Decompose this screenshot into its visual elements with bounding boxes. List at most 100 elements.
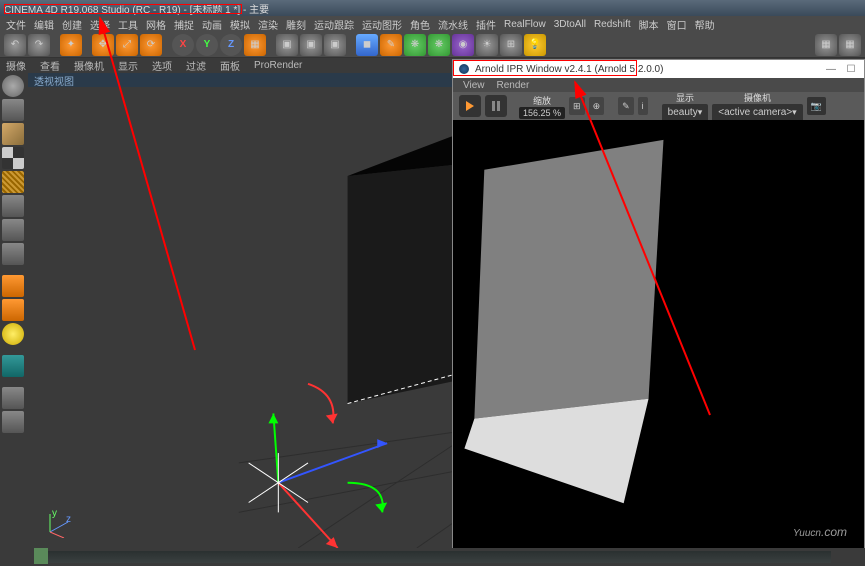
arnold-title-bar[interactable]: Arnold IPR Window v2.4.1 (Arnold 5.2.0.0…	[453, 60, 864, 78]
texture-mode-button[interactable]	[2, 99, 24, 121]
x-axis-toggle[interactable]: X	[172, 34, 194, 56]
vp-tab-panel[interactable]: 面板	[220, 58, 240, 73]
floor-grid-button[interactable]	[2, 171, 24, 193]
layout-button[interactable]: ▦	[815, 34, 837, 56]
timeline[interactable]	[0, 548, 865, 566]
vp-tab-prorender[interactable]: ProRender	[254, 60, 302, 71]
menu-create[interactable]: 创建	[62, 17, 82, 32]
arnold-render-view[interactable]	[453, 120, 864, 548]
arnold-icon	[459, 64, 469, 74]
menu-render[interactable]: 渲染	[258, 17, 278, 32]
bulb-button[interactable]: 💡	[524, 34, 546, 56]
points-mode-button[interactable]	[2, 195, 24, 217]
uvpoly-button[interactable]	[2, 411, 24, 433]
arnold-play-button[interactable]	[459, 95, 481, 117]
polys-mode-button[interactable]	[2, 243, 24, 265]
light-button[interactable]: ☀	[476, 34, 498, 56]
add-cube-button[interactable]: ◼	[356, 34, 378, 56]
arnold-menu-view[interactable]: View	[463, 80, 485, 91]
arnold-zoom-value[interactable]: 156.25 %	[519, 107, 565, 119]
arnold-snapshot-button[interactable]: 📷	[807, 97, 826, 115]
pen-tool-button[interactable]: ✎	[380, 34, 402, 56]
camera-button[interactable]: ◉	[452, 34, 474, 56]
arnold-info-button[interactable]: i	[638, 97, 648, 115]
lock-button[interactable]	[2, 387, 24, 409]
timeline-track[interactable]	[34, 551, 831, 563]
menu-mograph[interactable]: 运动图形	[362, 17, 402, 32]
environment-button[interactable]: ❋	[428, 34, 450, 56]
arnold-eyedropper-button[interactable]: ✎	[618, 97, 634, 115]
timeline-playhead[interactable]	[34, 548, 48, 564]
y-axis-toggle[interactable]: Y	[196, 34, 218, 56]
menu-snap[interactable]: 捕捉	[174, 17, 194, 32]
live-select-button[interactable]: ✦	[60, 34, 82, 56]
vp-tab-filter[interactable]: 过滤	[186, 58, 206, 73]
move-gizmo	[249, 384, 387, 548]
menu-3dtoall[interactable]: 3DtoAll	[554, 19, 586, 30]
menu-window[interactable]: 窗口	[667, 17, 687, 32]
tag-button[interactable]: ⊞	[500, 34, 522, 56]
render-view-button[interactable]: ▣	[276, 34, 298, 56]
object-mode-button[interactable]	[2, 123, 24, 145]
vp-tab-options[interactable]: 选项	[152, 58, 172, 73]
workplane-button[interactable]	[2, 355, 24, 377]
deformer-button[interactable]: ❋	[404, 34, 426, 56]
model-mode-button[interactable]	[2, 75, 24, 97]
move-button[interactable]: ✥	[92, 34, 114, 56]
menu-realflow[interactable]: RealFlow	[504, 19, 546, 30]
menu-edit[interactable]: 编辑	[34, 17, 54, 32]
undo-button[interactable]: ↶	[4, 34, 26, 56]
main-menu: 文件 编辑 创建 选择 工具 网格 捕捉 动画 模拟 渲染 雕刻 运动跟踪 运动…	[0, 16, 865, 32]
arnold-title: Arnold IPR Window v2.4.1 (Arnold 5.2.0.0…	[475, 64, 663, 75]
viewport-title: 透视视图	[34, 73, 74, 88]
arnold-camera-dropdown[interactable]: <active camera> ▾	[712, 104, 802, 122]
menu-plugins[interactable]: 插件	[476, 17, 496, 32]
menu-script[interactable]: 脚本	[639, 17, 659, 32]
menu-mesh[interactable]: 网格	[146, 17, 166, 32]
render-region-button[interactable]: ▣	[300, 34, 322, 56]
checker-button[interactable]	[2, 147, 24, 169]
menu-animate[interactable]: 动画	[202, 17, 222, 32]
axis-indicator: y z	[44, 508, 74, 538]
menu-track[interactable]: 运动跟踪	[314, 17, 354, 32]
menu-character[interactable]: 角色	[410, 17, 430, 32]
vp-tab-display[interactable]: 显示	[118, 58, 138, 73]
arnold-fit-button[interactable]: ⊞	[569, 97, 585, 115]
redo-button[interactable]: ↷	[28, 34, 50, 56]
coord-system-button[interactable]: ▦	[244, 34, 266, 56]
svg-text:y: y	[52, 508, 57, 519]
menu-select[interactable]: 选择	[90, 17, 110, 32]
arnold-minimize-button[interactable]: —	[824, 64, 838, 75]
arnold-maximize-button[interactable]: ☐	[844, 64, 858, 75]
svg-text:z: z	[66, 514, 71, 525]
arnold-aov-dropdown[interactable]: beauty ▾	[662, 104, 709, 122]
tweak-button[interactable]	[2, 299, 24, 321]
render-settings-button[interactable]: ▣	[324, 34, 346, 56]
edges-mode-button[interactable]	[2, 219, 24, 241]
watermark-main: Yuucn	[793, 528, 821, 539]
rotate-button[interactable]: ⟳	[140, 34, 162, 56]
vp-tab-camera[interactable]: 摄像机	[74, 58, 104, 73]
menu-redshift[interactable]: Redshift	[594, 19, 631, 30]
z-axis-toggle[interactable]: Z	[220, 34, 242, 56]
watermark-suffix: .com	[821, 525, 847, 539]
arnold-menu-render[interactable]: Render	[497, 80, 530, 91]
axis-toggle-button[interactable]	[2, 275, 24, 297]
arnold-pause-button[interactable]	[485, 95, 507, 117]
menu-pipeline[interactable]: 流水线	[438, 17, 468, 32]
arnold-ipr-window[interactable]: Arnold IPR Window v2.4.1 (Arnold 5.2.0.0…	[452, 59, 865, 549]
snap-button[interactable]	[2, 323, 24, 345]
menu-file[interactable]: 文件	[6, 17, 26, 32]
menu-help[interactable]: 帮助	[695, 17, 715, 32]
menu-simulate[interactable]: 模拟	[230, 17, 250, 32]
scale-button[interactable]: ⤢	[116, 34, 138, 56]
vp-tab-cameras[interactable]: 摄像	[6, 58, 26, 73]
vp-tab-view[interactable]: 查看	[40, 58, 60, 73]
arnold-camera-label: 摄像机	[744, 91, 771, 104]
menu-tools[interactable]: 工具	[118, 17, 138, 32]
arnold-crosshair-button[interactable]: ⊕	[589, 97, 605, 115]
menu-sculpt[interactable]: 雕刻	[286, 17, 306, 32]
app-title-bar: CINEMA 4D R19.068 Studio (RC - R19) - [未…	[0, 0, 865, 16]
help2-button[interactable]: ▦	[839, 34, 861, 56]
app-title: CINEMA 4D R19.068 Studio (RC - R19) - [未…	[4, 1, 269, 16]
